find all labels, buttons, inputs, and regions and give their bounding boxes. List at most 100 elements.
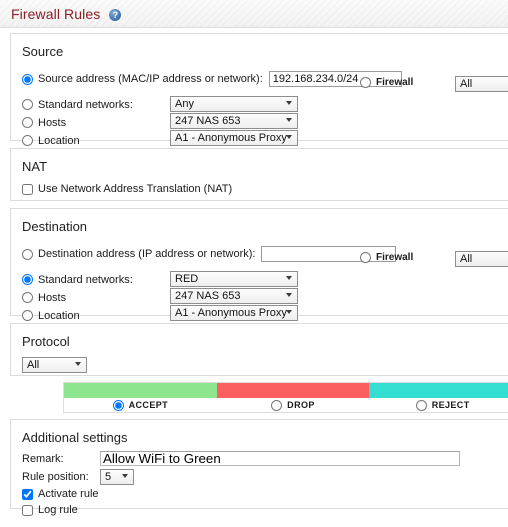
use-nat-checkbox-label[interactable]: Use Network Address Translation (NAT) [22,183,232,195]
source-hosts-label-text: Hosts [38,116,67,129]
destination-firewall-radio[interactable] [360,252,371,263]
action-accept[interactable]: ACCEPT [64,383,217,412]
activate-rule-row: Activate rule [22,487,498,501]
page-header: Firewall Rules ? [0,0,508,28]
chevron-down-icon [286,292,293,299]
source-hosts-value: 247 NAS 653 [175,115,241,127]
destination-firewall-radio-label[interactable]: Firewall [360,252,413,263]
destination-standard-networks-radio[interactable] [22,274,33,285]
activate-rule-label-text: Activate rule [38,488,99,500]
rule-position-select[interactable]: 5 [100,468,134,485]
source-heading: Source [22,44,64,59]
use-nat-row: Use Network Address Translation (NAT) [22,182,498,196]
accept-label-text: ACCEPT [128,400,169,410]
destination-address-row: Destination address (IP address or netwo… [22,246,498,262]
source-location-label-text: Location [38,134,80,147]
destination-standard-networks-label-text: Standard networks: [38,273,133,286]
destination-location-select[interactable]: A1 - Anonymous Proxy [170,305,298,321]
destination-standard-networks-select[interactable]: RED [170,271,298,287]
source-address-radio-label[interactable]: Source address (MAC/IP address or networ… [22,73,263,85]
remark-input[interactable] [100,451,460,466]
nat-panel: NAT Use Network Address Translation (NAT… [10,148,508,201]
page-title: Firewall Rules [11,5,101,22]
source-firewall-label-text: Firewall [376,77,414,88]
use-nat-checkbox[interactable] [22,183,33,195]
source-firewall-radio[interactable] [360,77,371,88]
destination-standard-networks-radio-label[interactable]: Standard networks: [22,274,133,286]
source-standard-networks-radio-label[interactable]: Standard networks: [22,99,133,111]
chevron-down-icon [286,117,293,124]
chevron-down-icon [286,309,293,316]
action-drop[interactable]: DROP [216,383,370,412]
source-address-label-text: Source address (MAC/IP address or networ… [38,73,263,85]
destination-hosts-label-text: Hosts [38,291,67,304]
destination-location-radio[interactable] [22,310,33,321]
destination-panel: Destination Destination address (IP addr… [10,208,508,322]
destination-hosts-radio[interactable] [22,292,33,303]
rule-action-bar: ACCEPT DROP REJECT [63,382,508,413]
reject-radio[interactable] [415,399,427,411]
destination-location-radio-label[interactable]: Location [22,310,80,322]
source-options-stack: Standard networks: Hosts Location Any 24… [22,96,498,149]
destination-select-group: RED 247 NAS 653 A1 - Anonymous Proxy [170,271,298,322]
destination-address-radio[interactable] [22,248,33,260]
reject-color-swatch [369,383,508,398]
chevron-down-icon [286,100,293,107]
source-select-group: Any 247 NAS 653 A1 - Anonymous Proxy [170,96,298,147]
destination-body: Destination address (IP address or netwo… [11,246,508,335]
destination-hosts-radio-label[interactable]: Hosts [22,292,66,304]
source-location-radio-label[interactable]: Location [22,135,80,147]
log-rule-checkbox-label[interactable]: Log rule [22,504,78,516]
destination-address-label-text: Destination address (IP address or netwo… [38,248,256,260]
source-location-value: A1 - Anonymous Proxy [175,132,287,144]
source-location-select[interactable]: A1 - Anonymous Proxy [170,130,298,146]
destination-firewall-select[interactable]: All [455,251,508,267]
source-standard-networks-select[interactable]: Any [170,96,298,112]
chevron-down-icon [122,473,129,480]
chevron-down-icon [286,134,293,141]
accept-radio[interactable] [112,399,124,411]
source-standard-networks-radio[interactable] [22,99,33,110]
accept-radio-label[interactable]: ACCEPT [64,398,217,412]
protocol-heading: Protocol [22,334,70,349]
protocol-body: All [11,357,508,383]
source-firewall-radio-label[interactable]: Firewall [360,77,413,88]
nat-body: Use Network Address Translation (NAT) [11,182,508,206]
additional-settings-heading: Additional settings [22,430,128,445]
source-address-radio[interactable] [22,73,33,85]
rule-position-value: 5 [105,470,112,483]
destination-hosts-value: 247 NAS 653 [175,290,241,302]
additional-settings-panel: Additional settings Remark: Rule positio… [10,419,508,516]
destination-firewall-label-text: Firewall [376,252,414,263]
protocol-value: All [27,359,40,371]
activate-rule-checkbox[interactable] [22,488,33,500]
rule-position-label: Rule position: [22,470,89,483]
destination-location-label-text: Location [38,309,80,322]
remark-row: Remark: [22,451,498,466]
action-reject[interactable]: REJECT [369,383,508,412]
rule-position-row: Rule position: 5 [22,468,498,485]
source-hosts-select[interactable]: 247 NAS 653 [170,113,298,129]
help-circle-icon[interactable]: ? [109,8,122,21]
destination-firewall-value: All [460,253,473,265]
destination-hosts-select[interactable]: 247 NAS 653 [170,288,298,304]
activate-rule-checkbox-label[interactable]: Activate rule [22,488,99,500]
source-firewall-block: Firewall All [360,76,508,92]
protocol-select[interactable]: All [22,357,87,373]
source-location-radio[interactable] [22,135,33,146]
destination-address-radio-label[interactable]: Destination address (IP address or netwo… [22,248,255,260]
drop-radio[interactable] [271,399,283,411]
reject-radio-label[interactable]: REJECT [369,398,508,412]
drop-color-swatch [216,383,370,398]
nat-heading: NAT [22,159,48,174]
destination-heading: Destination [22,219,88,234]
source-firewall-select[interactable]: All [455,76,508,92]
log-rule-checkbox[interactable] [22,504,33,516]
source-hosts-radio[interactable] [22,117,33,128]
destination-location-value: A1 - Anonymous Proxy [175,307,287,319]
destination-options-stack: Standard networks: Hosts Location RED 24… [22,271,498,324]
drop-radio-label[interactable]: DROP [216,398,370,412]
source-hosts-radio-label[interactable]: Hosts [22,117,66,129]
remark-label: Remark: [22,452,64,465]
chevron-down-icon [286,275,293,282]
